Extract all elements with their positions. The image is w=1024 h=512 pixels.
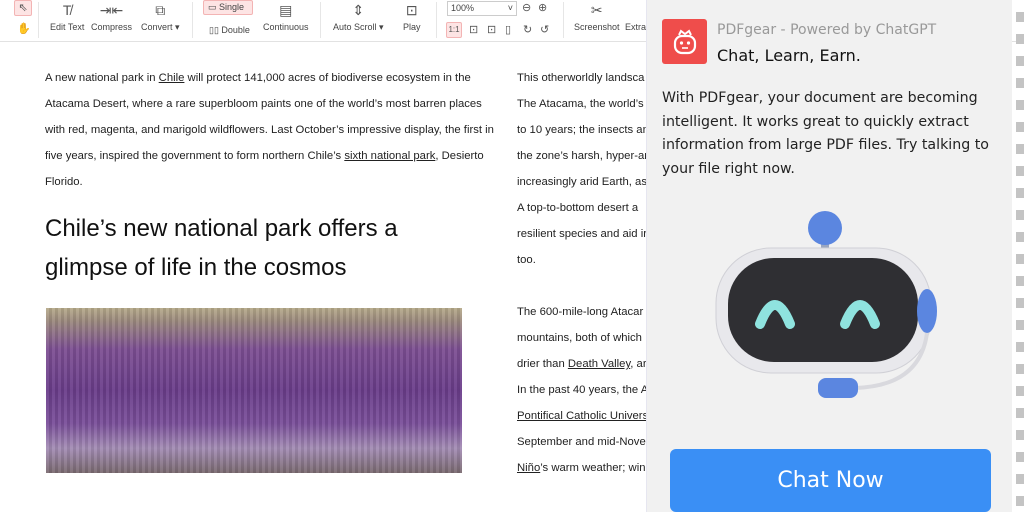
fit-height-icon[interactable]: ▯ xyxy=(505,23,511,36)
continuous-icon: ▤ xyxy=(279,2,293,18)
robot-illustration-icon xyxy=(715,211,937,398)
link-death-valley[interactable]: Death Valley xyxy=(568,358,630,370)
continuous-button[interactable]: ▤ Continuous xyxy=(263,2,309,32)
link-sixth-national-park[interactable]: sixth national park xyxy=(344,150,435,162)
scissors-icon: ✂ xyxy=(590,2,603,18)
convert-icon: ⧉ xyxy=(155,2,166,18)
rotate-right-icon[interactable]: ↻ xyxy=(523,23,532,36)
play-button[interactable]: ⊡ Play xyxy=(403,2,421,32)
rotate-left-icon[interactable]: ↺ xyxy=(540,23,549,36)
auto-scroll-icon: ⇕ xyxy=(352,2,365,18)
double-page-button[interactable]: ▯▯ Double xyxy=(209,25,250,36)
pdfgear-robot-logo-icon xyxy=(662,19,707,64)
actual-size-icon[interactable]: 1:1 xyxy=(446,22,462,38)
extract-button[interactable]: Extra xyxy=(625,2,646,32)
wildflower-photo xyxy=(46,308,462,473)
zoom-out-icon[interactable]: ⊖ xyxy=(522,1,531,14)
panel-description: With PDFgear, your document are becoming… xyxy=(662,90,989,177)
article-heading: Chile’s new national park offers a glimp… xyxy=(45,215,398,281)
auto-scroll-button[interactable]: ⇕ Auto Scroll ▾ xyxy=(333,2,384,33)
edit-text-icon: T̸ xyxy=(62,2,72,18)
screenshot-button[interactable]: ✂ Screenshot xyxy=(574,2,620,32)
play-icon: ⊡ xyxy=(405,2,418,18)
chat-promo-panel: PDFgear - Powered by ChatGPT Chat, Learn… xyxy=(646,0,1012,512)
document-view: A new national park in Chile will protec… xyxy=(0,43,646,512)
panel-subtitle: Chat, Learn, Earn. xyxy=(717,46,861,65)
zoom-in-icon[interactable]: ⊕ xyxy=(538,1,547,14)
compress-icon: ⇥⇤ xyxy=(99,2,124,18)
convert-button[interactable]: ⧉ Convert ▾ xyxy=(141,2,180,33)
single-page-button[interactable]: ▭ Single xyxy=(203,0,253,15)
zoom-select[interactable]: 100% ˅ xyxy=(447,1,517,16)
fit-page-icon[interactable]: ⊡ xyxy=(469,23,478,36)
select-tool-icon[interactable]: ⇖ xyxy=(14,0,32,16)
hand-tool-icon[interactable]: ✋ xyxy=(17,22,31,35)
paragraph-intro: A new national park in Chile will protec… xyxy=(45,72,494,188)
chat-now-button[interactable]: Chat Now xyxy=(670,449,991,512)
link-pontifical-catholic-university[interactable]: Pontifical Catholic Univers xyxy=(517,410,646,422)
paragraph-column-2: This otherworldly landsca The Atacama, th… xyxy=(517,65,646,481)
fit-width-icon[interactable]: ⊡ xyxy=(487,23,496,36)
link-chile[interactable]: Chile xyxy=(159,72,185,84)
link-nino[interactable]: Niño xyxy=(517,462,540,474)
edit-text-button[interactable]: T̸ Edit Text xyxy=(50,2,84,32)
compress-button[interactable]: ⇥⇤ Compress xyxy=(91,2,132,32)
scrollbar[interactable] xyxy=(1012,0,1024,512)
panel-title: PDFgear - Powered by ChatGPT xyxy=(717,22,937,38)
